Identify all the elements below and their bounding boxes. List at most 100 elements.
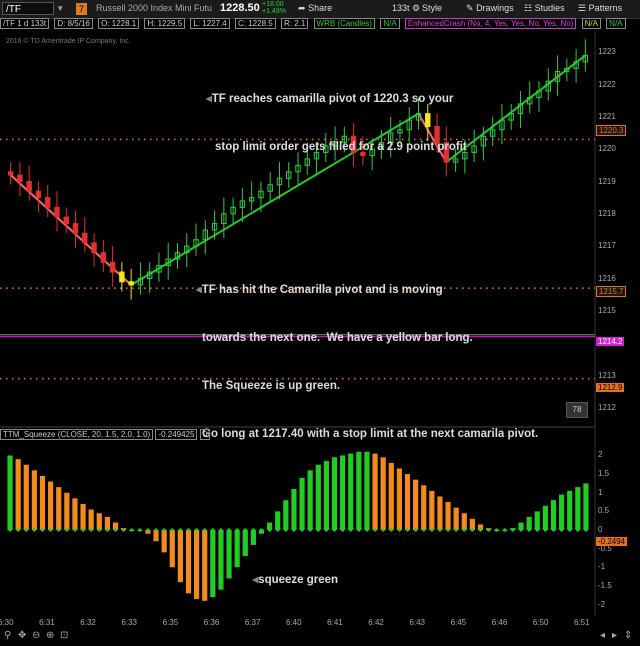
squeeze-dot: [89, 528, 93, 532]
bar-count-badge[interactable]: 78: [566, 402, 588, 418]
squeeze-bar: [461, 513, 467, 530]
price-axis-label: 1216: [598, 273, 616, 283]
squeeze-dot: [470, 528, 474, 532]
candle-body: [91, 242, 97, 254]
squeeze-dot: [365, 528, 369, 532]
squeeze-axis-label: 1: [598, 487, 603, 497]
annotation-mid-line3: The Squeeze is up green.: [202, 380, 341, 392]
squeeze-bar: [453, 507, 459, 530]
squeeze-bar: [469, 518, 475, 530]
scroll-right-icon[interactable]: ▸: [612, 630, 617, 641]
time-axis-label: 6:30: [0, 618, 14, 627]
squeeze-axis-label: -1.5: [598, 580, 612, 590]
squeeze-dot: [81, 528, 85, 532]
squeeze-bar: [161, 530, 167, 553]
squeeze-dot: [130, 528, 134, 532]
squeeze-bar: [96, 513, 102, 530]
drag-icon[interactable]: ✥: [18, 630, 26, 641]
squeeze-dot: [389, 528, 393, 532]
squeeze-bar: [356, 451, 362, 530]
annotation-top-line2: stop limit order gets filled for a 2.9 p…: [215, 141, 467, 153]
price-axis-label: 1222: [598, 79, 616, 89]
squeeze-bar: [185, 530, 192, 594]
squeeze-dot: [178, 528, 182, 532]
zoom-out-icon[interactable]: ⊖: [32, 630, 40, 641]
squeeze-dot: [454, 528, 458, 532]
squeeze-dot: [276, 528, 280, 532]
squeeze-bar: [388, 462, 394, 530]
time-axis-label: 6:31: [39, 618, 55, 627]
squeeze-dot: [40, 528, 45, 532]
squeeze-bar: [404, 474, 411, 530]
lower-study-header: TTM_Squeeze (CLOSE, 20, 1.5, 2.0, 1.0) -…: [0, 429, 640, 442]
squeeze-bar: [567, 490, 573, 530]
squeeze-dot: [551, 528, 556, 532]
zoom-box-icon[interactable]: ⊡: [60, 630, 68, 641]
pivot-upper-tag: 1220.3: [596, 125, 627, 136]
squeeze-dot: [308, 528, 312, 532]
squeeze-dot: [24, 528, 28, 532]
squeeze-bar: [177, 530, 183, 583]
squeeze-dot: [414, 528, 418, 532]
squeeze-bar: [210, 530, 216, 598]
squeeze-dot: [503, 528, 507, 532]
drawing-tools-icon[interactable]: ⚲: [4, 630, 11, 641]
bottom-toolbar: ⚲ ✥ ⊖ ⊕ ⊡ ◂ ▸ ⇕: [0, 628, 640, 646]
price-axis-label: 1220: [598, 144, 616, 154]
squeeze-bar: [23, 464, 29, 530]
squeeze-bar: [323, 461, 329, 530]
squeeze-dot: [535, 528, 539, 532]
zoom-in-icon[interactable]: ⊕: [46, 630, 54, 641]
annotation-mid-line2: towards the next one. We have a yellow b…: [202, 332, 473, 344]
squeeze-bar: [437, 496, 443, 530]
magenta-line-tag: 1214.2: [596, 337, 625, 346]
squeeze-bar: [445, 502, 451, 530]
squeeze-dot: [519, 528, 523, 532]
squeeze-dot: [154, 528, 158, 532]
time-axis-label: 6:51: [574, 618, 590, 627]
time-axis-label: 6:35: [162, 618, 179, 627]
squeeze-bar: [583, 483, 589, 530]
pivot-lower-tag: 1215.7: [596, 286, 627, 297]
expand-icon[interactable]: ⇕: [624, 630, 632, 641]
squeeze-dot: [219, 528, 223, 532]
squeeze-bar: [234, 530, 240, 568]
squeeze-dot: [170, 528, 174, 532]
pivot-bottom-tag: 1212.9: [596, 383, 625, 392]
annotation-top: ◂TF reaches camarilla pivot of 1220.3 so…: [206, 59, 467, 171]
squeeze-dot: [227, 528, 231, 532]
squeeze-dot: [324, 528, 328, 532]
squeeze-bar: [72, 498, 78, 530]
squeeze-bar: [80, 503, 86, 530]
squeeze-dot: [446, 528, 450, 532]
squeeze-bar: [380, 457, 386, 530]
scroll-left-icon[interactable]: ◂: [600, 630, 605, 641]
squeeze-bar: [291, 489, 297, 530]
squeeze-dot: [251, 528, 255, 532]
squeeze-study-name[interactable]: TTM_Squeeze (CLOSE, 20, 1.5, 2.0, 1.0): [0, 429, 154, 440]
squeeze-bar: [429, 490, 435, 530]
squeeze-dot: [332, 528, 337, 532]
squeeze-dot: [65, 528, 69, 532]
time-axis-label: 6:42: [368, 618, 384, 627]
candle-body: [128, 281, 134, 286]
squeeze-bar: [7, 455, 13, 530]
squeeze-dot: [268, 528, 272, 532]
squeeze-dot: [97, 528, 101, 532]
squeeze-dot: [381, 528, 385, 532]
squeeze-dot: [568, 528, 572, 532]
squeeze-dot: [316, 528, 320, 532]
squeeze-dot: [113, 528, 118, 532]
squeeze-bar: [534, 511, 540, 530]
time-axis-label: 6:45: [450, 618, 467, 627]
squeeze-bar: [218, 530, 224, 590]
squeeze-dot: [405, 528, 410, 532]
candle-body: [63, 216, 69, 225]
squeeze-dot: [32, 528, 36, 532]
squeeze-bar: [348, 453, 354, 530]
annotation-top-line1: ◂TF reaches camarilla pivot of 1220.3 so…: [206, 93, 454, 105]
price-axis-label: 1213: [598, 370, 616, 380]
price-axis-label: 1223: [598, 47, 616, 57]
squeeze-axis-label: -1: [598, 562, 606, 572]
squeeze-dot: [341, 528, 345, 532]
